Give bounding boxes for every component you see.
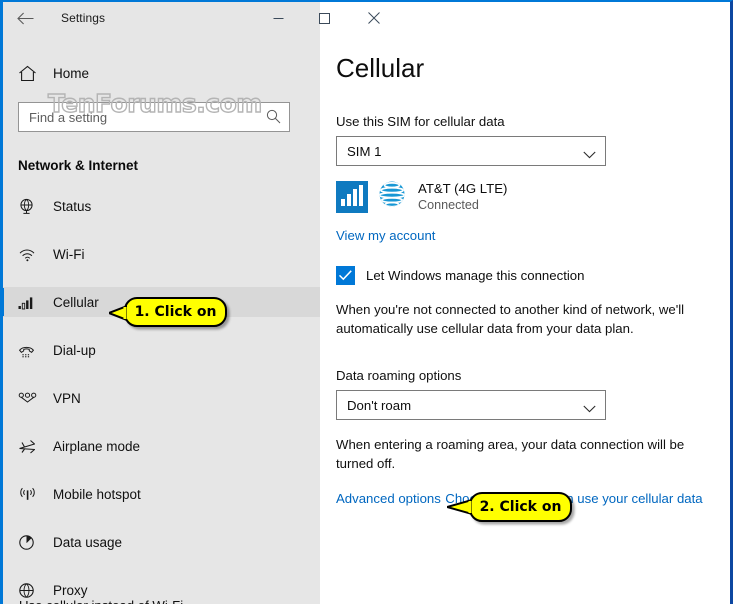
app-title: Settings xyxy=(61,11,106,25)
sidebar-item-airplane-mode[interactable]: Airplane mode xyxy=(3,431,320,461)
callout-step-2-text: 2. Click on xyxy=(479,499,562,515)
chevron-down-icon xyxy=(583,146,596,164)
callout-step-1: 1. Click on xyxy=(109,297,227,327)
sidebar-item-label: VPN xyxy=(53,390,81,406)
callout-step-2: 2. Click on xyxy=(447,492,572,522)
globe-proxy-icon xyxy=(18,582,48,599)
callout-step-1-text: 1. Click on xyxy=(134,304,217,320)
hotspot-icon xyxy=(18,486,48,502)
maximize-button[interactable] xyxy=(301,2,347,34)
dialup-phone-icon xyxy=(18,343,48,358)
roaming-description: When entering a roaming area, your data … xyxy=(336,437,685,471)
sidebar-item-label: Dial-up xyxy=(53,342,96,358)
sim-label: Use this SIM for cellular data xyxy=(336,114,505,129)
advanced-options-link[interactable]: Advanced options xyxy=(336,491,441,506)
cellular-bars-icon xyxy=(18,295,48,310)
manage-connection-label: Let Windows manage this connection xyxy=(366,268,585,283)
pie-chart-icon xyxy=(18,534,48,551)
airplane-icon xyxy=(18,438,48,455)
minimize-button[interactable] xyxy=(255,2,301,34)
sidebar-category-title: Network & Internet xyxy=(18,158,139,173)
carrier-row: AT&T (4G LTE) Connected xyxy=(336,179,730,214)
search-placeholder: Find a setting xyxy=(29,109,108,125)
callout-tail-icon xyxy=(447,498,472,516)
sidebar-item-label: Airplane mode xyxy=(53,438,141,454)
roaming-label: Data roaming options xyxy=(336,368,462,383)
settings-window: Settings Home Find a setting Network & I… xyxy=(0,0,733,604)
sidebar-item-label: Data usage xyxy=(53,534,123,550)
sidebar-item-label: Wi-Fi xyxy=(53,246,85,262)
signal-bars-icon xyxy=(336,180,368,213)
sidebar-home-label: Home xyxy=(53,65,90,81)
clipped-section-heading: Use cellular instead of Wi-Fi xyxy=(19,598,399,604)
sidebar-item-label: Proxy xyxy=(53,582,88,598)
roaming-select-value: Don't roam xyxy=(347,397,412,413)
sidebar-item-wifi[interactable]: Wi-Fi xyxy=(3,239,320,269)
manage-connection-description: When you're not connected to another kin… xyxy=(336,302,685,336)
search-input[interactable]: Find a setting xyxy=(18,102,290,132)
sidebar-item-status[interactable]: Status xyxy=(3,191,320,221)
chevron-down-icon xyxy=(583,400,596,418)
sidebar-item-label: Status xyxy=(53,198,92,214)
att-globe-logo-icon xyxy=(377,179,407,214)
close-button[interactable] xyxy=(351,2,397,34)
sidebar-item-dialup[interactable]: Dial-up xyxy=(3,335,320,365)
sidebar-item-data-usage[interactable]: Data usage xyxy=(3,527,320,557)
back-button[interactable] xyxy=(3,2,47,34)
wifi-icon xyxy=(18,247,48,262)
view-my-account-link[interactable]: View my account xyxy=(336,228,435,243)
sidebar-item-mobile-hotspot[interactable]: Mobile hotspot xyxy=(3,479,320,509)
home-icon xyxy=(18,65,48,82)
sidebar-item-label: Cellular xyxy=(53,294,99,310)
carrier-status: Connected xyxy=(418,198,479,212)
sim-select[interactable]: SIM 1 xyxy=(336,136,606,166)
carrier-name: AT&T (4G LTE) xyxy=(418,181,508,196)
globe-status-icon xyxy=(18,198,48,215)
search-icon[interactable] xyxy=(266,109,281,129)
roaming-select[interactable]: Don't roam xyxy=(336,390,606,420)
search-area: Find a setting TenForums.com xyxy=(18,88,290,132)
carrier-text: AT&T (4G LTE) Connected xyxy=(418,181,507,212)
sidebar-item-label: Mobile hotspot xyxy=(53,486,141,502)
manage-connection-checkbox-row[interactable]: Let Windows manage this connection xyxy=(336,266,730,285)
callout-tail-icon xyxy=(109,304,127,322)
checkbox-checked-icon[interactable] xyxy=(336,266,355,285)
vpn-icon xyxy=(18,391,48,405)
title-bar: Settings xyxy=(3,2,730,34)
sim-select-value: SIM 1 xyxy=(347,143,382,159)
page-title: Cellular xyxy=(336,53,425,83)
sidebar-item-home[interactable]: Home xyxy=(3,60,320,86)
sidebar-item-vpn[interactable]: VPN xyxy=(3,383,320,413)
sidebar-nav-list: Status Wi-Fi Cellular Dial-up VPN Airpla… xyxy=(0,191,320,604)
